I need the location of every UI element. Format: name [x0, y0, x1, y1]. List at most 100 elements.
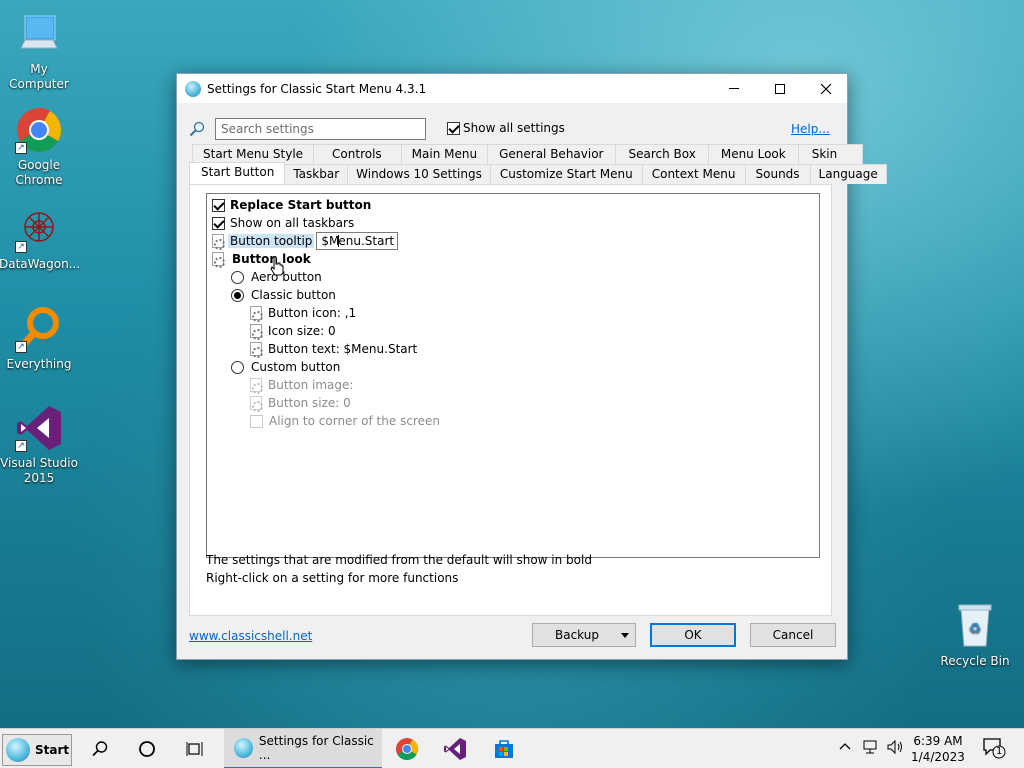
recycle-bin-icon: ♻: [951, 602, 999, 650]
volume-tray-button[interactable]: [886, 739, 904, 758]
store-icon: [495, 740, 513, 758]
desktop-icon-label: Google Chrome: [15, 158, 63, 187]
radio[interactable]: [231, 288, 244, 302]
settings-tree[interactable]: Replace Start button Show on all taskbar…: [206, 193, 820, 558]
classic-shell-icon: [234, 738, 253, 758]
tab-customize-start-menu[interactable]: Customize Start Menu: [489, 164, 643, 184]
desktop-icon-recycle-bin[interactable]: ♻ Recycle Bin: [935, 602, 1015, 669]
tab-language[interactable]: Language: [809, 164, 887, 184]
search-icon: [92, 741, 108, 757]
desktop-icon-everything[interactable]: ↗ Everything: [0, 305, 79, 372]
radio[interactable]: [231, 360, 244, 374]
start-button[interactable]: Start: [2, 734, 72, 766]
window-titlebar[interactable]: Settings for Classic Start Menu 4.3.1: [177, 74, 847, 103]
ok-button[interactable]: OK: [650, 623, 736, 647]
window-title: Settings for Classic Start Menu 4.3.1: [207, 81, 427, 96]
show-all-checkbox-box[interactable]: [447, 121, 460, 135]
taskbar-visual-studio[interactable]: [443, 737, 467, 761]
shortcut-arrow-icon: ↗: [15, 341, 27, 353]
setting-button-tooltip[interactable]: Button tooltip $Menu.Start: [211, 232, 399, 250]
desktop-icon-google-chrome[interactable]: ↗ Google Chrome: [0, 106, 79, 188]
radio[interactable]: [231, 270, 244, 284]
taskbar-store[interactable]: [492, 737, 516, 761]
close-button[interactable]: [803, 74, 849, 103]
backup-button[interactable]: Backup: [532, 623, 636, 647]
maximize-icon: [775, 83, 785, 94]
desktop-icon-label: Recycle Bin: [940, 654, 1010, 668]
setting-icon-size[interactable]: Icon size: 0: [249, 322, 336, 340]
search-row: Show all settings Help...: [189, 118, 830, 140]
taskbar-clock[interactable]: 6:39 AM 1/4/2023: [906, 733, 970, 765]
setting-label-selected: Button tooltip: [228, 234, 315, 248]
visual-studio-icon: [444, 738, 466, 760]
cortana-button[interactable]: [135, 737, 159, 761]
tab-taskbar[interactable]: Taskbar: [284, 164, 349, 184]
network-tray-button[interactable]: [862, 739, 880, 758]
desktop-icon-datawagon[interactable]: ↗ DataWagon...: [0, 205, 80, 272]
dropdown-arrow-icon: [621, 633, 629, 638]
tooltip-edit-field[interactable]: $Menu.Start: [316, 232, 399, 250]
chevron-up-icon: [839, 743, 851, 750]
desktop-icon-visual-studio[interactable]: ↗ Visual Studio 2015: [0, 404, 79, 486]
desktop-icon-label: Everything: [6, 357, 72, 371]
tab-search-box[interactable]: Search Box: [615, 144, 709, 164]
setting-custom-button[interactable]: Custom button: [231, 358, 340, 376]
desktop-icon-my-computer[interactable]: My Computer: [0, 10, 79, 92]
action-center-button[interactable]: 1: [982, 737, 1006, 762]
datawagon-icon: ↗: [15, 205, 63, 253]
desktop-icon-label: My Computer: [9, 62, 69, 91]
tab-panel: Replace Start button Show on all taskbar…: [189, 184, 832, 616]
tooltip-text-before-caret: $M: [321, 234, 340, 248]
hand-cursor-icon: [270, 256, 284, 276]
maximize-button[interactable]: [757, 74, 803, 103]
checkbox[interactable]: [212, 216, 225, 230]
note-bold-settings: The settings that are modified from the …: [206, 553, 592, 567]
start-label: Start: [35, 743, 70, 757]
show-hidden-icons-button[interactable]: [838, 739, 852, 756]
visual-studio-icon: ↗: [15, 404, 63, 452]
task-view-button[interactable]: [183, 737, 207, 761]
setting-button-image: Button image:: [249, 376, 353, 394]
notification-icon: [983, 738, 1006, 759]
website-link[interactable]: www.classicshell.net: [189, 629, 312, 643]
speaker-icon: [887, 739, 902, 755]
tab-controls[interactable]: Controls: [313, 144, 402, 164]
window-content: Show all settings Help... Start Menu Sty…: [177, 103, 887, 659]
cortana-circle-icon: [139, 741, 155, 757]
setting-button-icon[interactable]: Button icon: ,1: [249, 304, 356, 322]
setting-show-on-all-taskbars[interactable]: Show on all taskbars: [212, 214, 354, 232]
desktop-icon-label: Visual Studio 2015: [0, 456, 78, 485]
tab-context-menu[interactable]: Context Menu: [641, 164, 746, 184]
checkbox: [250, 414, 263, 428]
taskbar-item-label: Settings for Classic ...: [258, 734, 374, 762]
minimize-button[interactable]: [711, 74, 757, 103]
tab-general-behavior[interactable]: General Behavior: [487, 144, 617, 164]
tab-main-menu[interactable]: Main Menu: [400, 144, 489, 164]
tab-windows-10-settings[interactable]: Windows 10 Settings: [347, 164, 491, 184]
taskbar-chrome[interactable]: [395, 737, 419, 761]
setting-classic-button[interactable]: Classic button: [231, 286, 336, 304]
chrome-icon: [396, 738, 418, 760]
close-icon: [820, 83, 832, 94]
tab-sounds[interactable]: Sounds: [744, 164, 811, 184]
setting-gear-icon: [249, 324, 263, 340]
setting-button-look[interactable]: Button look: [211, 250, 311, 268]
show-all-settings-checkbox[interactable]: Show all settings: [447, 121, 565, 135]
setting-button-text[interactable]: Button text: $Menu.Start: [249, 340, 417, 358]
svg-text:♻: ♻: [969, 621, 982, 637]
setting-replace-start-button[interactable]: Replace Start button: [212, 196, 371, 214]
tab-skin[interactable]: Skin: [797, 144, 864, 164]
tab-start-button[interactable]: Start Button: [189, 162, 286, 184]
taskbar-item-settings[interactable]: Settings for Classic ...: [224, 729, 382, 768]
tab-start-menu-style[interactable]: Start Menu Style: [192, 144, 315, 164]
search-input[interactable]: [215, 118, 426, 140]
search-taskbar-button[interactable]: [88, 737, 112, 761]
cancel-button[interactable]: Cancel: [750, 623, 836, 647]
checkbox[interactable]: [212, 198, 225, 212]
clock-time: 6:39 AM: [913, 734, 963, 748]
help-link[interactable]: Help...: [791, 122, 830, 136]
tab-menu-look[interactable]: Menu Look: [707, 144, 799, 164]
setting-gear-icon: [249, 396, 263, 412]
tooltip-text-after-caret: enu.Start: [338, 234, 395, 248]
note-right-click: Right-click on a setting for more functi…: [206, 571, 459, 585]
